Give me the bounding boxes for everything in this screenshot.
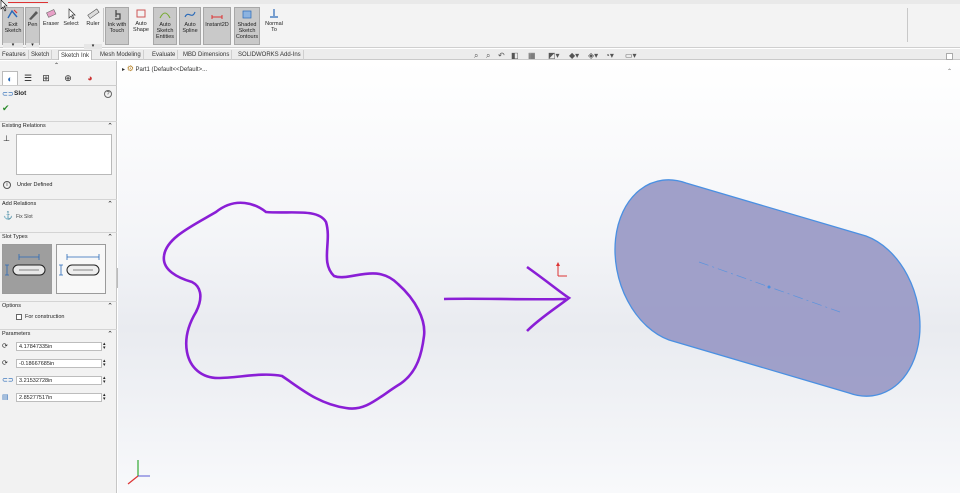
mouse-cursor-icon bbox=[0, 0, 8, 12]
slot-body[interactable] bbox=[614, 179, 921, 397]
ink-arrow-stroke[interactable] bbox=[443, 265, 572, 332]
freehand-ink-stroke[interactable] bbox=[162, 201, 426, 410]
recognized-slot-shape[interactable] bbox=[614, 179, 921, 397]
sketch-scene bbox=[0, 0, 921, 485]
slot-center-point[interactable] bbox=[767, 285, 771, 289]
sketch-origin-icon bbox=[556, 262, 567, 277]
reference-triad-icon bbox=[127, 460, 150, 485]
